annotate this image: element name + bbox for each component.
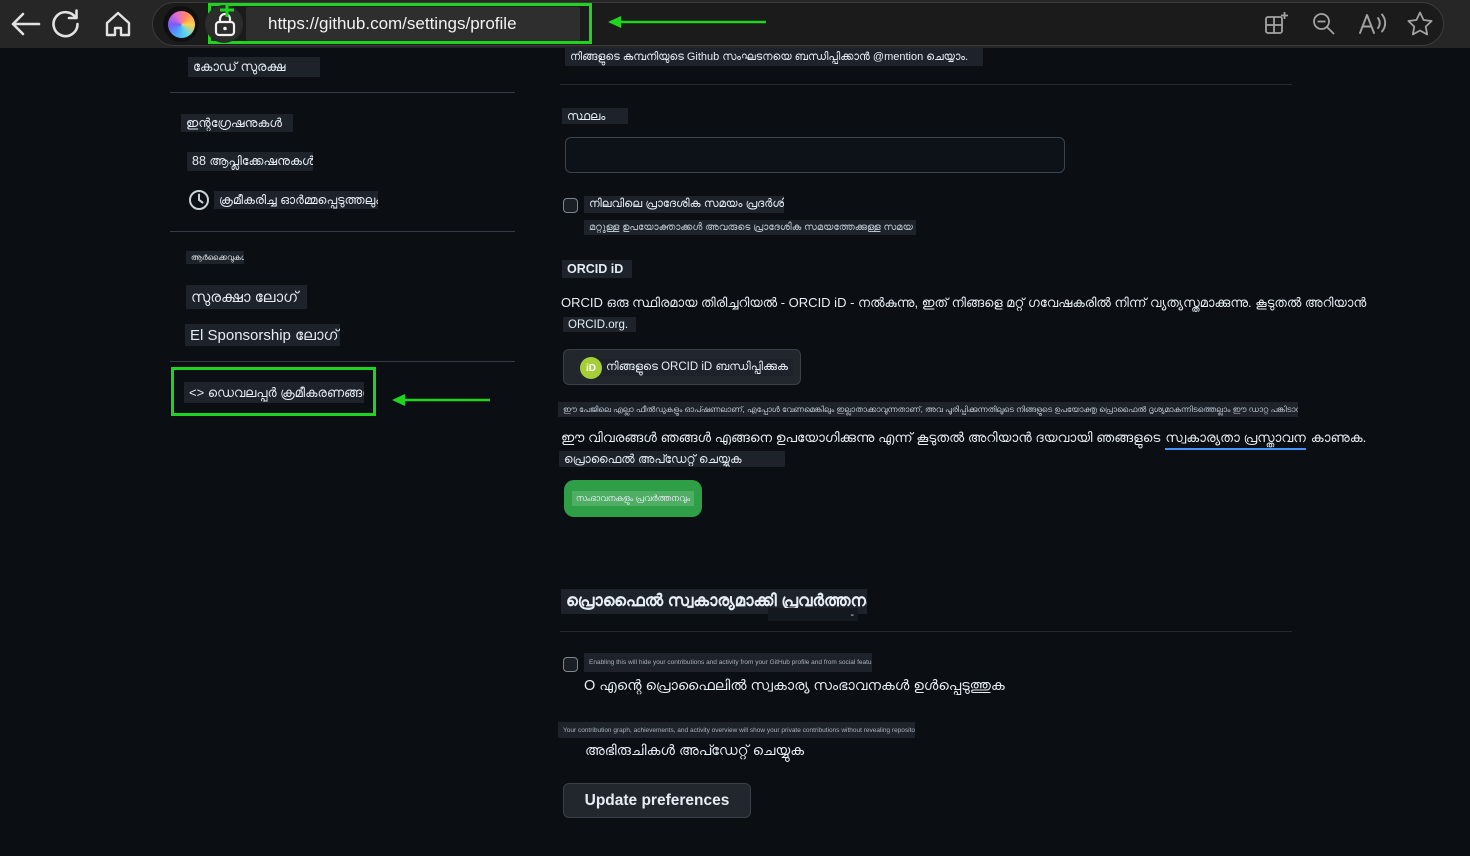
local-time-label: നിലവിലെ പ്രാദേശിക സമയം പ്രദർശിപ്പിക്കുക (584, 196, 784, 213)
label-text: നിലവിലെ പ്രാദേശിക സമയം പ്രദർശിപ്പിക്കുക (589, 198, 784, 211)
private-contributions-fine-print: Enabling this will hide your contributio… (584, 653, 872, 672)
sidebar-header-label: ആർക്കൈവുകൾ (191, 253, 244, 263)
local-time-checkbox[interactable] (563, 198, 578, 213)
sidebar-item-label: <> ഡെവലപ്പർ ക്രമീകരണങ്ങൾ (189, 385, 364, 401)
section-divider (560, 631, 1292, 632)
orcid-id-icon: iD (580, 357, 602, 379)
url-input[interactable]: https://github.com/settings/profile (246, 7, 580, 41)
fine-print-text: Enabling this will hide your contributio… (589, 659, 872, 666)
orcid-label: ORCID iD (562, 260, 632, 278)
hint-text: പ്രൊഫൈൽ അപ്ഡേറ്റ് ചെയ്യുക (564, 452, 742, 467)
update-preferences-label: അഭിരുചികൾ അപ്ഡേറ്റ് ചെയ്യുക (585, 743, 804, 759)
sidebar-item-applications[interactable]: 88 ആപ്ലിക്കേഷനുകൾ (187, 152, 313, 171)
button-label: സംഭാവനകളും പ്രവർത്തനവും (572, 491, 694, 506)
location-input[interactable] (565, 137, 1065, 173)
orcid-description: ORCID ഒരു സ്ഥിരമായ തിരിച്ചറിയൽ - ORCID i… (561, 295, 1296, 311)
include-private-contributions-checkbox[interactable] (563, 657, 578, 672)
home-icon[interactable] (103, 9, 133, 39)
sidebar-item-label: ക്രമീകരിച്ച ഓർമ്മപ്പെടുത്തലുകൾ (219, 193, 378, 208)
fine-print-text: Your contribution graph, achievements, a… (563, 727, 915, 734)
fine-print-text: ഈ പേജിലെ എല്ലാ ഫീൽഡുകളും ഓപ്ഷണലാണ്, എപ്പ… (563, 405, 1298, 415)
sidebar-item-developer-settings[interactable]: <> ഡെവലപ്പർ ക്രമീകരണങ്ങൾ (184, 382, 364, 403)
back-icon[interactable] (8, 10, 42, 38)
sidebar-item-sponsorship-log[interactable]: El Sponsorship ലോഗ് (185, 324, 340, 346)
privacy-statement-sentence: ഈ വിവരങ്ങൾ ഞങ്ങൾ എങ്ങനെ ഉപയോഗിക്കുന്നു എ… (561, 430, 1366, 450)
local-time-hint: മറ്റുള്ള ഉപയോക്താക്കൾ അവരുടെ പ്രാദേശിക സ… (584, 220, 916, 235)
sidebar-divider (170, 231, 515, 232)
sidebar-divider (170, 361, 515, 362)
button-label: നിങ്ങളുടെ ORCID iD ബന്ധിപ്പിക്കുക (601, 359, 793, 376)
label-text: സ്ഥലം (567, 109, 605, 124)
link-text: ORCID.org. (568, 319, 628, 331)
sidebar-item-code-security[interactable]: കോഡ് സുരക്ഷ (188, 57, 320, 77)
update-preferences-button[interactable]: Update preferences (563, 783, 751, 818)
include-private-contributions-label: O എന്റെ പ്രൊഫൈലിൽ സ്വകാര്യ സംഭാവനകൾ ഉൾപ്… (584, 678, 1005, 694)
label-text: O എന്റെ പ്രൊഫൈലിൽ സ്വകാര്യ സംഭാവനകൾ ഉൾപ്… (584, 678, 1005, 694)
sidebar-header-integrations: ഇന്റഗ്രേഷനുകൾ (181, 114, 293, 132)
dash-text: - (850, 609, 854, 621)
sentence-text: ഈ വിവരങ്ങൾ ഞങ്ങൾ എങ്ങനെ ഉപയോഗിക്കുന്നു എ… (561, 430, 1160, 446)
paragraph-text: ORCID ഒരു സ്ഥിരമായ തിരിച്ചറിയൽ - ORCID i… (561, 295, 1366, 310)
update-profile-hint: പ്രൊഫൈൽ അപ്ഡേറ്റ് ചെയ്യുക (559, 451, 785, 467)
sidebar-header-label: ഇന്റഗ്രേഷനുകൾ (186, 116, 282, 131)
read-aloud-icon[interactable] (1356, 9, 1388, 39)
sidebar-item-label: 88 ആപ്ലിക്കേഷനുകൾ (192, 154, 313, 169)
company-mention-hint: നിങ്ങളുടെ കമ്പനിയുടെ Github സംഘടനയെ ബന്ധ… (565, 48, 983, 66)
refresh-icon[interactable] (49, 8, 81, 40)
browser-toolbar: https://github.com/settings/profile (0, 0, 1470, 48)
sentence-text: കാണുക. (1311, 430, 1367, 446)
clock-icon (188, 189, 210, 211)
zoom-out-icon[interactable] (1310, 10, 1338, 38)
sidebar-item-label: സുരക്ഷാ ലോഗ് (191, 289, 298, 306)
annotation-cursor-marker (219, 2, 235, 18)
label-text: അഭിരുചികൾ അപ്ഡേറ്റ് ചെയ്യുക (585, 743, 804, 759)
sidebar-item-scheduled-reminders[interactable]: ക്രമീകരിച്ച ഓർമ്മപ്പെടുത്തലുകൾ (214, 191, 378, 209)
heading-remnant: - (768, 608, 858, 621)
hint-text: മറ്റുള്ള ഉപയോക്താക്കൾ അവരുടെ പ്രാദേശിക സ… (589, 222, 916, 233)
favorites-star-icon[interactable] (1405, 9, 1435, 39)
orcid-org-link[interactable]: ORCID.org. (563, 317, 636, 332)
copilot-logo (168, 11, 195, 38)
sidebar-item-label: കോഡ് സുരക്ഷ (193, 59, 285, 75)
annotation-arrow-developer-settings (392, 393, 492, 407)
browser-window: https://github.com/settings/profile കോഡ്… (0, 0, 1470, 856)
tab-actions-icon[interactable] (1262, 10, 1290, 38)
copilot-icon[interactable] (163, 6, 199, 42)
sidebar-item-security-log[interactable]: സുരക്ഷാ ലോഗ് (186, 285, 307, 309)
label-text: ORCID iD (567, 262, 623, 276)
url-text: https://github.com/settings/profile (268, 14, 517, 34)
annotation-arrow-url (608, 15, 768, 29)
update-profile-button[interactable]: സംഭാവനകളും പ്രവർത്തനവും (564, 480, 702, 517)
section-divider (560, 84, 1292, 85)
sidebar-divider (170, 92, 515, 93)
hint-text: നിങ്ങളുടെ കമ്പനിയുടെ Github സംഘടനയെ ബന്ധ… (570, 51, 968, 64)
sidebar-item-label: El Sponsorship ലോഗ് (190, 327, 339, 344)
preferences-fine-print: Your contribution graph, achievements, a… (558, 722, 915, 738)
fields-optional-fine-print: ഈ പേജിലെ എല്ലാ ഫീൽഡുകളും ഓപ്ഷണലാണ്, എപ്പ… (558, 402, 1298, 417)
location-label: സ്ഥലം (562, 108, 628, 124)
sidebar-header-archives: ആർക്കൈവുകൾ (186, 251, 244, 264)
button-label: Update preferences (585, 792, 730, 810)
privacy-statement-link[interactable]: സ്വകാര്യതാ പ്രസ്താവന (1165, 430, 1305, 450)
connect-orcid-button[interactable]: iD നിങ്ങളുടെ ORCID iD ബന്ധിപ്പിക്കുക (563, 349, 801, 385)
